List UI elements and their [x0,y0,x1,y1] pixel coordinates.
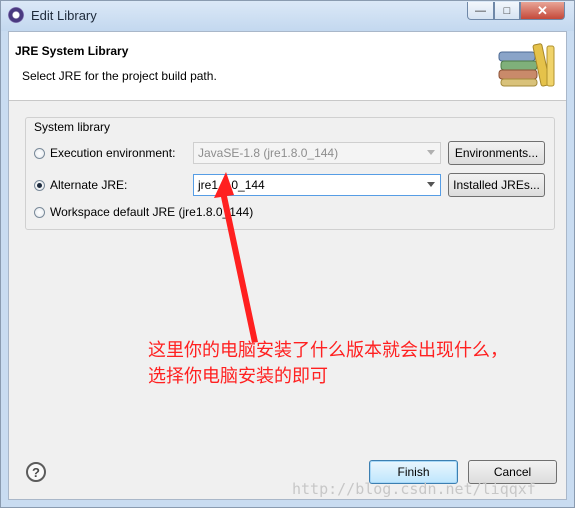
page-description: Select JRE for the project build path. [22,69,217,83]
installed-jres-button[interactable]: Installed JREs... [448,173,545,197]
execution-environment-select[interactable]: JavaSE-1.8 (jre1.8.0_144) [193,142,441,164]
title-bar[interactable]: Edit Library — □ ✕ [1,1,574,31]
annotation-text: 这里你的电脑安装了什么版本就会出现什么， 选择你电脑安装的即可 [148,337,508,389]
edit-library-dialog: Edit Library — □ ✕ JRE System Library Se… [0,0,575,508]
alternate-jre-option[interactable]: Alternate JRE: [34,178,127,192]
chevron-down-icon [427,150,435,155]
alternate-jre-value: jre1.8.0_144 [198,178,265,192]
execution-environment-value: JavaSE-1.8 (jre1.8.0_144) [198,146,339,160]
eclipse-icon [8,7,24,23]
watermark: http://blog.csdn.net/liqqxf [292,480,536,498]
page-title: JRE System Library [15,44,129,58]
alternate-jre-label: Alternate JRE: [50,178,128,192]
help-icon[interactable]: ? [26,462,46,482]
books-icon [498,43,555,87]
alternate-jre-select[interactable]: jre1.8.0_144 [193,174,441,196]
close-button[interactable]: ✕ [520,2,565,20]
system-library-group: System library Execution environment: Ja… [25,117,555,230]
chevron-down-icon [427,182,435,187]
maximize-button[interactable]: □ [494,2,520,20]
workspace-default-label: Workspace default JRE (jre1.8.0_144) [50,205,254,219]
dialog-body: JRE System Library Select JRE for the pr… [8,31,567,500]
environments-button[interactable]: Environments... [448,141,545,165]
window-title: Edit Library [31,8,97,23]
group-label: System library [34,120,111,134]
wizard-header: JRE System Library Select JRE for the pr… [9,32,566,101]
workspace-default-option[interactable]: Workspace default JRE (jre1.8.0_144) [34,205,253,219]
alternate-jre-radio[interactable] [34,179,45,191]
execution-environment-radio[interactable] [34,147,45,159]
workspace-default-radio[interactable] [34,206,45,218]
annotation-line-1: 这里你的电脑安装了什么版本就会出现什么， [148,340,508,360]
execution-environment-label: Execution environment: [50,146,176,160]
execution-environment-option[interactable]: Execution environment: [34,146,175,160]
minimize-button[interactable]: — [467,2,494,20]
annotation-line-2: 选择你电脑安装的即可 [148,366,328,386]
